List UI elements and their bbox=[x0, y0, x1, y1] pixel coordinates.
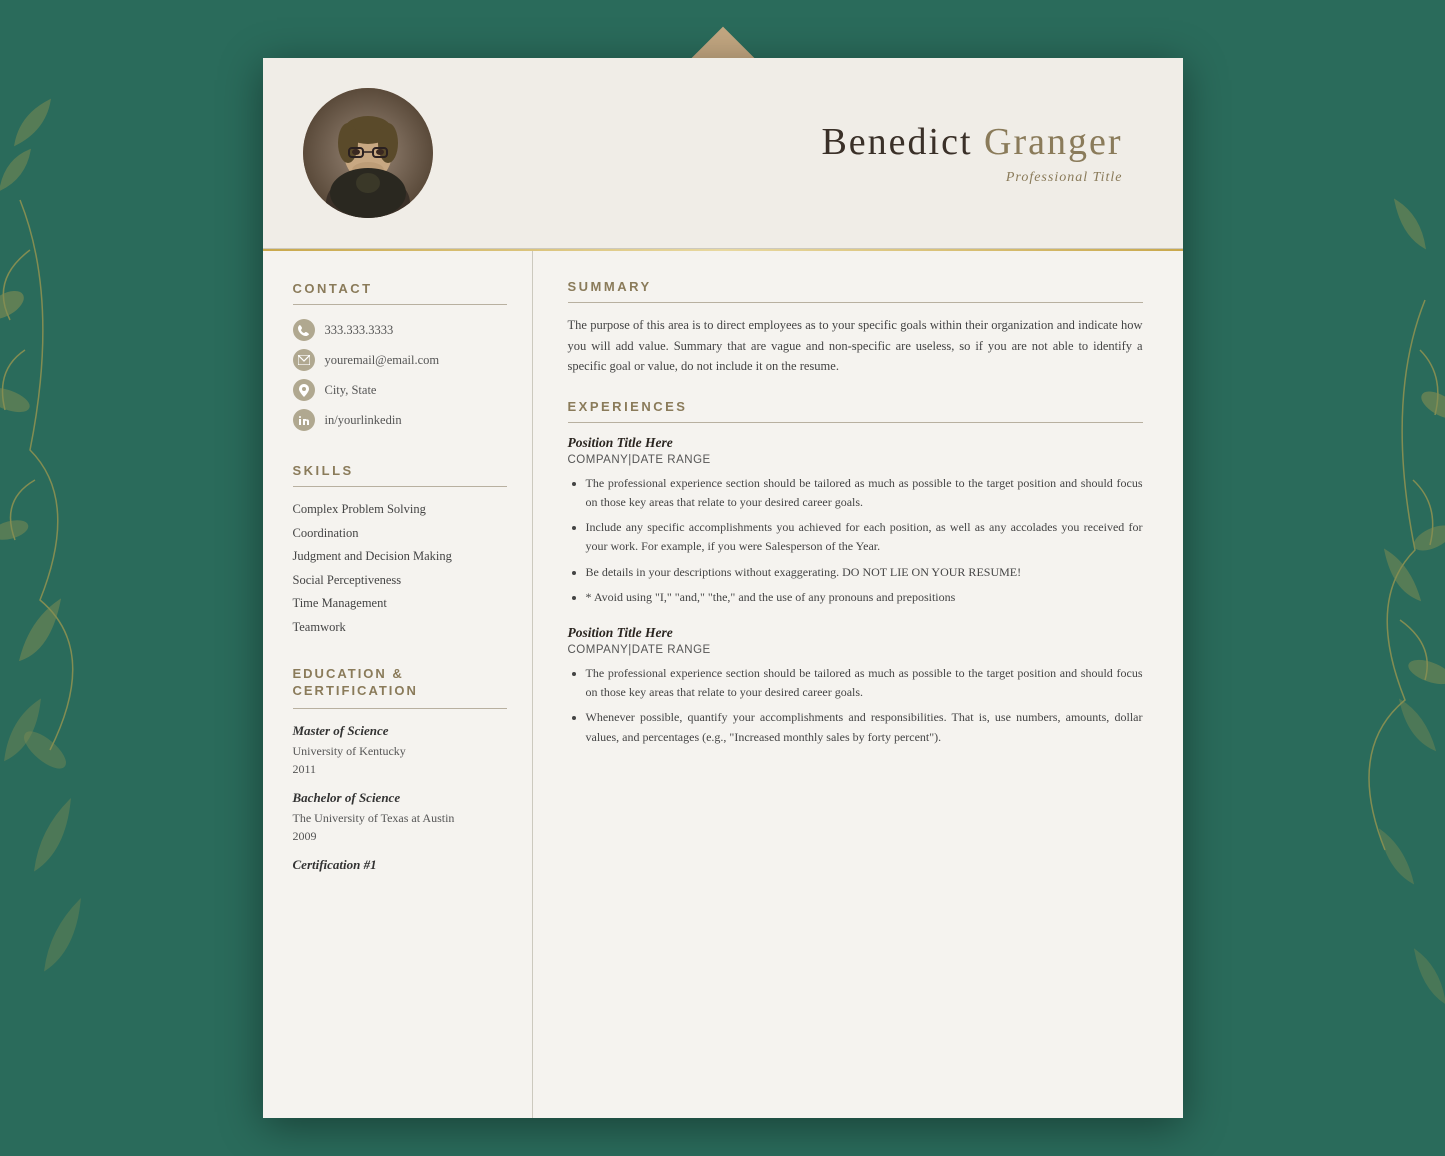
contact-location: City, State bbox=[293, 379, 507, 401]
summary-section: SUMMARY The purpose of this area is to d… bbox=[568, 279, 1143, 377]
degree-title: Master of Science bbox=[293, 723, 507, 739]
experience-entry: Position Title Here COMPANY|DATE RANGE The… bbox=[568, 435, 1143, 607]
skill-item: Complex Problem Solving bbox=[293, 501, 507, 519]
experience-position: Position Title Here bbox=[568, 435, 1143, 451]
skill-item: Teamwork bbox=[293, 619, 507, 637]
experiences-list: Position Title Here COMPANY|DATE RANGE The… bbox=[568, 435, 1143, 747]
contact-divider bbox=[293, 304, 507, 305]
summary-text: The purpose of this area is to direct em… bbox=[568, 315, 1143, 377]
main-content: SUMMARY The purpose of this area is to d… bbox=[533, 251, 1183, 1118]
degree-title: Bachelor of Science bbox=[293, 790, 507, 806]
resume-container: Benedict Granger Professional Title CONT… bbox=[263, 58, 1183, 1118]
education-divider bbox=[293, 708, 507, 709]
phone-value: 333.333.3333 bbox=[325, 323, 394, 338]
experience-bullet: The professional experience section shou… bbox=[586, 664, 1143, 702]
contact-linkedin: in/yourlinkedin bbox=[293, 409, 507, 431]
skill-item: Judgment and Decision Making bbox=[293, 548, 507, 566]
experience-bullet: Be details in your descriptions without … bbox=[586, 563, 1143, 582]
experience-position: Position Title Here bbox=[568, 625, 1143, 641]
linkedin-value: in/yourlinkedin bbox=[325, 413, 402, 428]
avatar bbox=[303, 88, 433, 218]
sidebar: CONTACT 333.333.3333 bbox=[263, 251, 533, 1118]
linkedin-icon bbox=[293, 409, 315, 431]
contact-email: youremail@email.com bbox=[293, 349, 507, 371]
education-section-title: EDUCATION & CERTIFICATION bbox=[293, 666, 507, 700]
experience-bullet: The professional experience section shou… bbox=[586, 474, 1143, 512]
skills-section: SKILLS Complex Problem Solving Coordinati… bbox=[293, 463, 507, 642]
degree-year: 2011 bbox=[293, 760, 507, 778]
skill-item: Time Management bbox=[293, 595, 507, 613]
cert-title: Certification #1 bbox=[293, 857, 507, 873]
summary-section-title: SUMMARY bbox=[568, 279, 1143, 294]
education-entry: Master of Science University of Kentucky2… bbox=[293, 723, 507, 778]
email-icon bbox=[293, 349, 315, 371]
skills-list: Complex Problem Solving Coordination Judgm… bbox=[293, 501, 507, 636]
professional-title: Professional Title bbox=[1006, 170, 1123, 186]
phone-icon bbox=[293, 319, 315, 341]
education-section: EDUCATION & CERTIFICATION Master of Scie… bbox=[293, 666, 507, 873]
experience-bullet: Include any specific accomplishments you… bbox=[586, 518, 1143, 556]
experience-company: COMPANY|DATE RANGE bbox=[568, 454, 1143, 466]
skills-divider bbox=[293, 486, 507, 487]
degree-school: The University of Texas at Austin bbox=[293, 809, 507, 827]
degree-year: 2009 bbox=[293, 827, 507, 845]
degree-school: University of Kentucky bbox=[293, 742, 507, 760]
education-entry: Bachelor of Science The University of Tex… bbox=[293, 790, 507, 845]
experiences-section-title: EXPERIENCES bbox=[568, 399, 1143, 414]
experience-entry: Position Title Here COMPANY|DATE RANGE The… bbox=[568, 625, 1143, 747]
email-value: youremail@email.com bbox=[325, 353, 440, 368]
location-icon bbox=[293, 379, 315, 401]
resume-header: Benedict Granger Professional Title bbox=[263, 58, 1183, 249]
summary-divider bbox=[568, 302, 1143, 303]
experience-bullets: The professional experience section shou… bbox=[568, 474, 1143, 607]
contact-section: CONTACT 333.333.3333 bbox=[293, 281, 507, 439]
first-name: Benedict bbox=[821, 121, 972, 163]
skill-item: Social Perceptiveness bbox=[293, 572, 507, 590]
location-value: City, State bbox=[325, 383, 377, 398]
contact-phone: 333.333.3333 bbox=[293, 319, 507, 341]
last-name: Granger bbox=[984, 121, 1122, 163]
skills-section-title: SKILLS bbox=[293, 463, 507, 478]
experiences-divider bbox=[568, 422, 1143, 423]
full-name: Benedict Granger bbox=[821, 120, 1122, 164]
name-area: Benedict Granger Professional Title bbox=[463, 120, 1133, 186]
experience-bullet: * Avoid using "I," "and," "the," and the… bbox=[586, 588, 1143, 607]
resume-body: CONTACT 333.333.3333 bbox=[263, 251, 1183, 1118]
experience-bullet: Whenever possible, quantify your accompl… bbox=[586, 708, 1143, 746]
skill-item: Coordination bbox=[293, 525, 507, 543]
experience-bullets: The professional experience section shou… bbox=[568, 664, 1143, 747]
experience-company: COMPANY|DATE RANGE bbox=[568, 644, 1143, 656]
contact-section-title: CONTACT bbox=[293, 281, 507, 296]
education-list: Master of ScienceUniversity of Kentucky2… bbox=[293, 723, 507, 845]
experiences-section: EXPERIENCES Position Title Here COMPANY|D… bbox=[568, 399, 1143, 765]
